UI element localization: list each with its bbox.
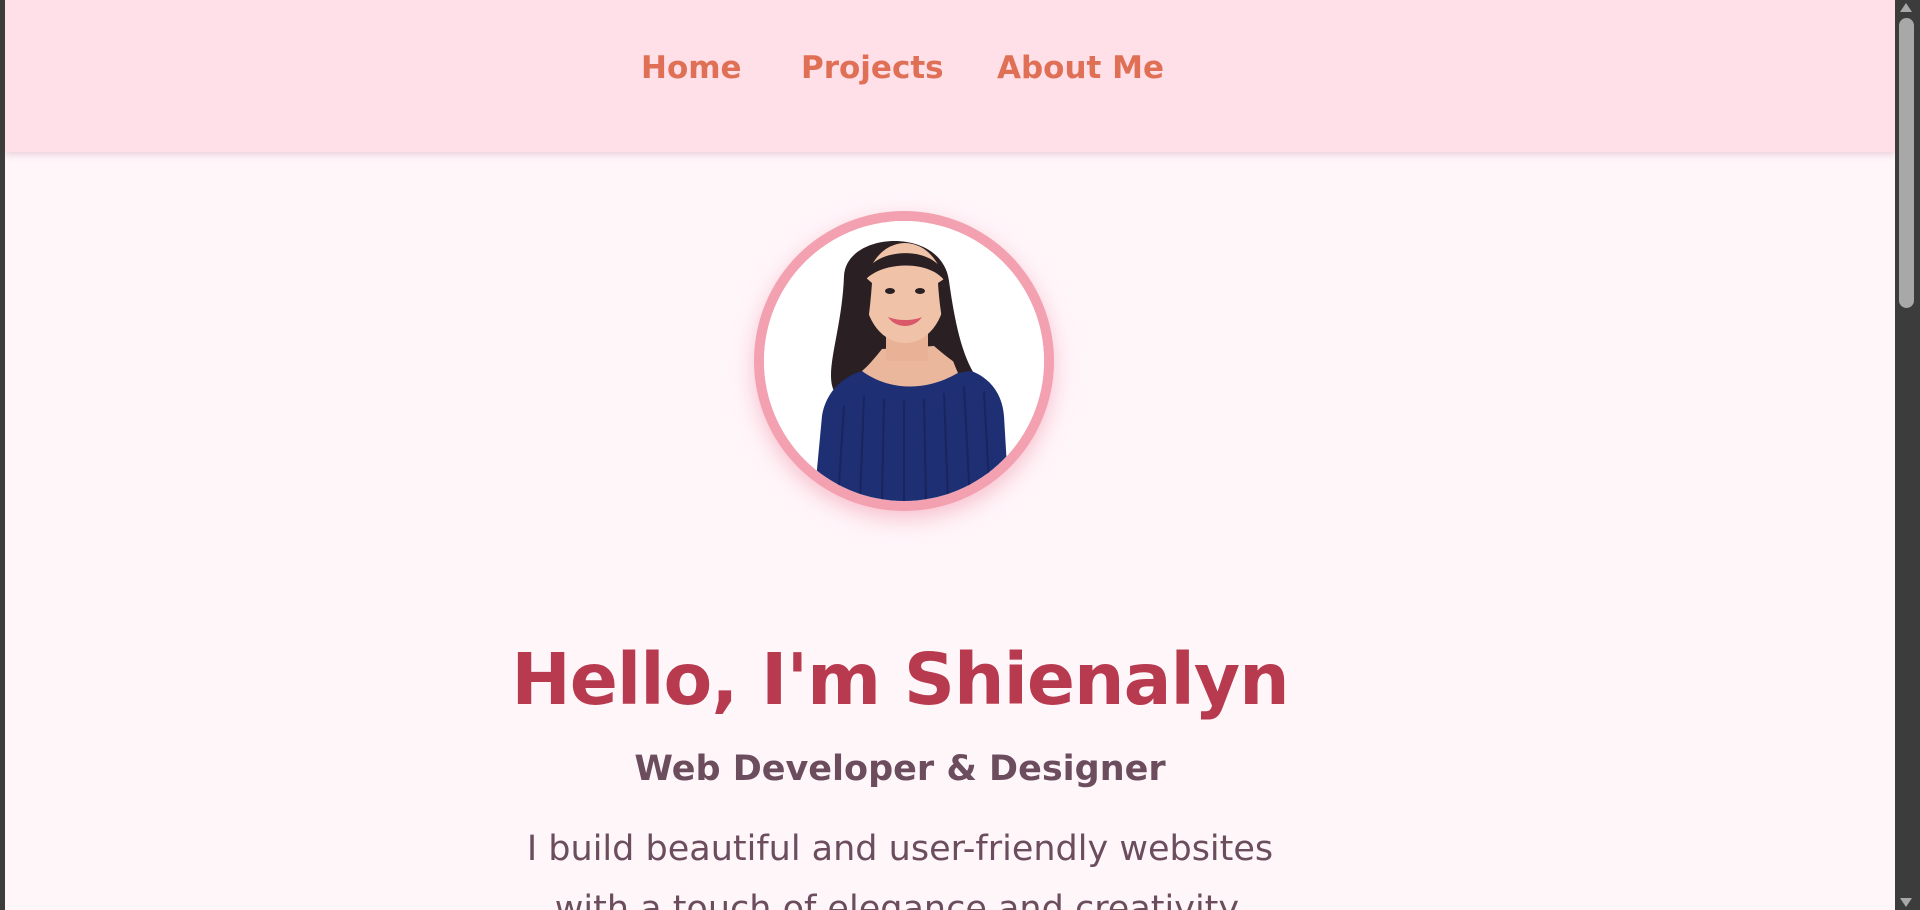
hero-title: Hello, I'm Shienalyn: [511, 637, 1289, 721]
vertical-scrollbar[interactable]: [1895, 0, 1920, 910]
profile-photo-frame: [754, 211, 1054, 511]
triangle-up-icon[interactable]: [1900, 3, 1912, 12]
hero-description-line: I build beautiful and user-friendly webs…: [526, 829, 1274, 869]
hero-role: Web Developer & Designer: [634, 749, 1166, 790]
triangle-down-icon[interactable]: [1900, 898, 1912, 907]
hero-description-line: with a touch of elegance and creativity.: [554, 889, 1246, 910]
nav-link-about-me[interactable]: About Me: [997, 50, 1164, 86]
profile-photo: [764, 221, 1044, 501]
page-viewport: Home Projects About Me Hello, I'm Shiena…: [5, 0, 1895, 910]
top-navbar: Home Projects About Me: [5, 0, 1895, 152]
nav-link-home[interactable]: Home: [641, 50, 742, 86]
nav-link-projects[interactable]: Projects: [801, 50, 944, 86]
scrollbar-thumb[interactable]: [1899, 18, 1914, 308]
hero-description: I build beautiful and user-friendly webs…: [5, 819, 1795, 910]
profile-photo-illustration: [764, 221, 1044, 501]
